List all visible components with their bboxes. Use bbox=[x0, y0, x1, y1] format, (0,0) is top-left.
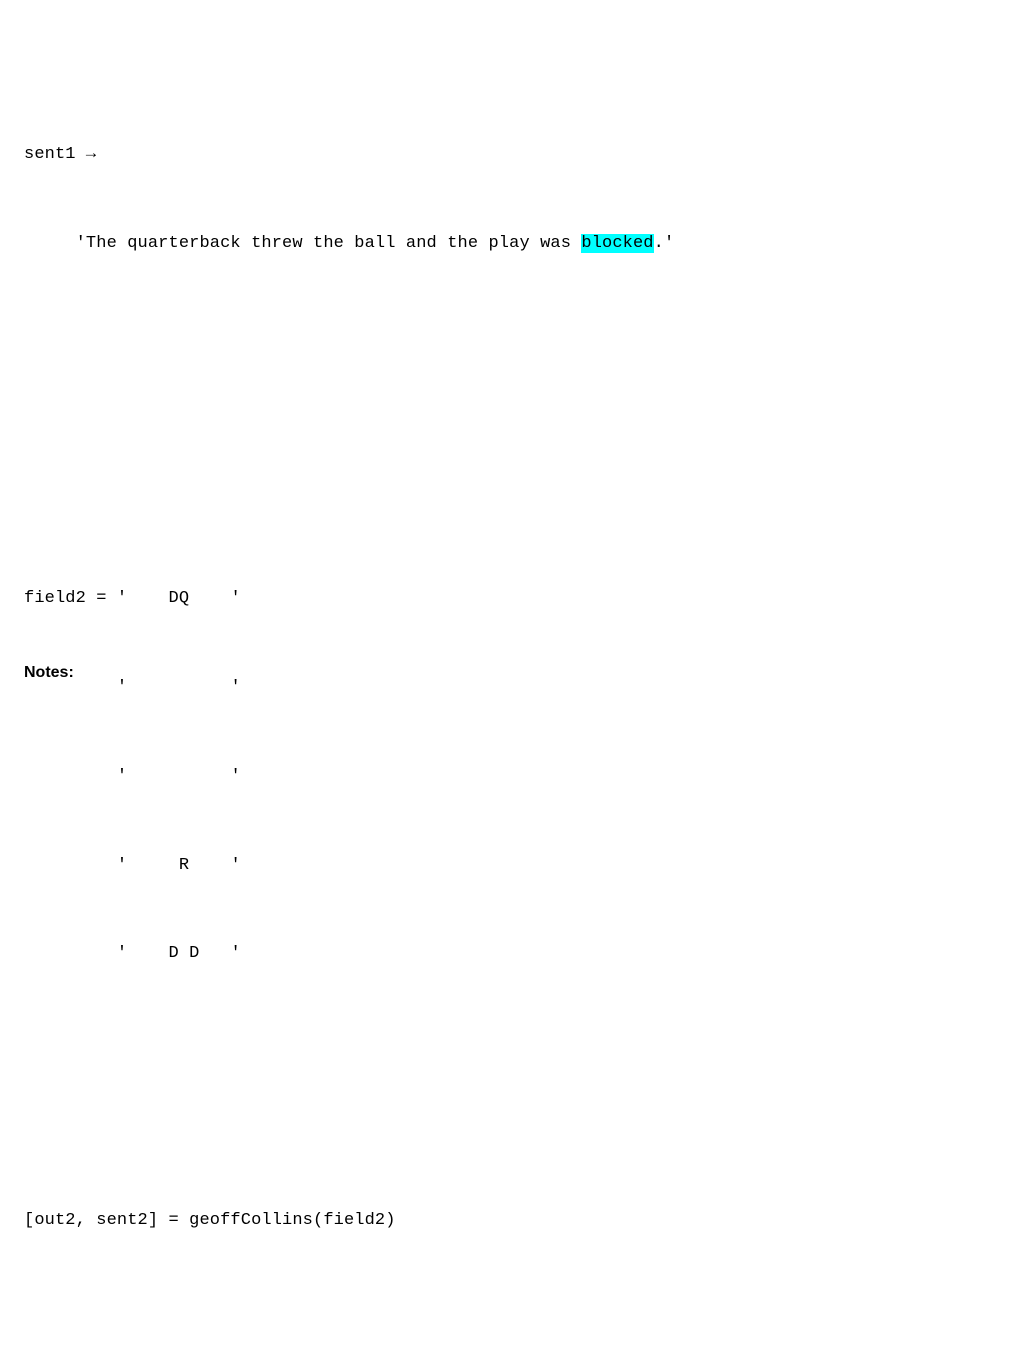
sent1-value-suffix: .' bbox=[653, 234, 675, 254]
field2-row-0: field2 = ' DQ ' bbox=[24, 584, 685, 614]
page-root: sent1 → 'The quarterback threw the ball … bbox=[0, 0, 1024, 1230]
field2-row-3: ' R ' bbox=[24, 851, 685, 881]
field2-row-2: ' ' bbox=[24, 762, 685, 792]
field2-indent-4 bbox=[24, 944, 117, 963]
notes-heading: Notes: bbox=[24, 664, 74, 681]
field2-row-4: ' D D ' bbox=[24, 939, 685, 969]
sent1-label-line: sent1 → bbox=[24, 145, 97, 165]
field2-indent-2 bbox=[24, 767, 117, 786]
function-call-line: [out2, sent2] = geoffCollins(field2) bbox=[24, 1210, 396, 1230]
field2-cell-4: ' D D ' bbox=[116, 944, 241, 964]
field2-indent-3 bbox=[24, 856, 117, 875]
console-output-block: sent1 → 'The quarterback threw the ball … bbox=[24, 22, 685, 1360]
sent1-value-line: 'The quarterback threw the ball and the … bbox=[24, 229, 685, 259]
field2-cell-3: ' R ' bbox=[116, 855, 241, 875]
sent1-value-prefix: 'The quarterback threw the ball and the … bbox=[24, 234, 582, 254]
field2-cell-1: ' ' bbox=[116, 678, 241, 698]
field2-label: field2 = bbox=[24, 589, 117, 609]
field2-cell-2: ' ' bbox=[116, 766, 241, 786]
highlighted-word: blocked bbox=[581, 234, 654, 254]
field2-row-1: ' ' bbox=[24, 673, 685, 703]
field2-cell-0: ' DQ ' bbox=[116, 589, 241, 609]
